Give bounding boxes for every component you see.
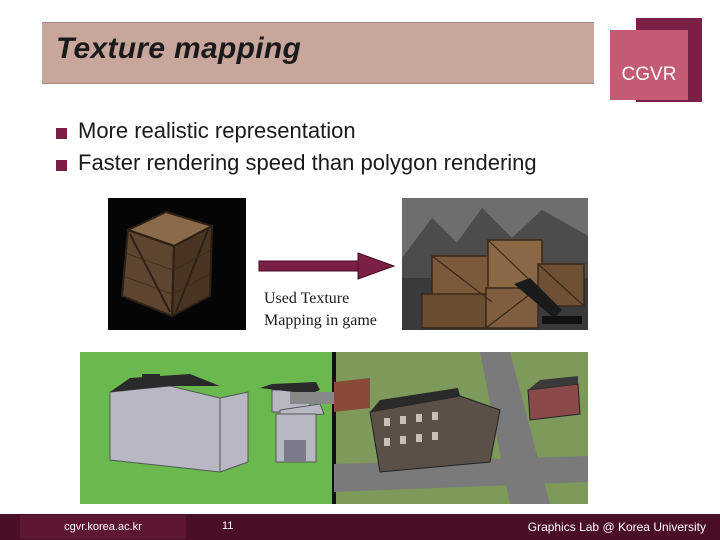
right-arrow-icon: [258, 252, 396, 280]
footer-website: cgvr.korea.ac.kr: [20, 515, 186, 539]
caption-line-1: Used Texture: [264, 290, 350, 307]
square-bullet-icon: [56, 128, 67, 139]
game-screenshot: [402, 198, 588, 330]
page-number: 11: [222, 520, 234, 532]
caption-line-2: Mapping in game: [264, 312, 377, 329]
cgvr-logo-text: CGVR: [621, 64, 677, 85]
footer-affiliation: Graphics Lab @ Korea University: [527, 520, 706, 534]
city-rendering-image: [80, 352, 588, 504]
bullet-text: More realistic representation: [78, 118, 356, 143]
bullet-text: Faster rendering speed than polygon rend…: [78, 150, 537, 175]
slide-title: Texture mapping: [56, 32, 302, 65]
square-bullet-icon: [56, 160, 67, 171]
textured-crate-image: [108, 198, 246, 330]
image-caption: Used Texture Mapping in game: [264, 288, 377, 332]
